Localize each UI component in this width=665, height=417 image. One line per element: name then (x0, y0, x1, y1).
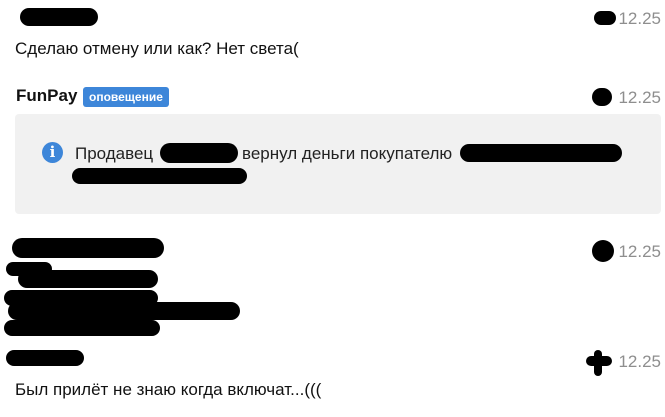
redacted-username (20, 8, 98, 26)
message-time: 12.25 (618, 88, 661, 107)
message-text: Сделаю отмену или как? Нет света( (15, 39, 299, 58)
notice-text-prefix: Продавец (75, 144, 154, 163)
notice-text-middle: вернул деньги покупателю (242, 144, 453, 163)
message-time: 12.25 (618, 242, 661, 261)
redacted-buyer-name-line2 (72, 168, 247, 184)
notification-box (15, 114, 661, 214)
redacted-block (18, 270, 158, 288)
redacted-avatar-mark (592, 240, 614, 262)
redacted-avatar-mark (594, 11, 616, 25)
message-text: Был прилёт не знаю когда включат...((( (15, 380, 322, 399)
redacted-username (6, 350, 84, 366)
redacted-block (8, 302, 240, 320)
notification-badge: оповещение (83, 87, 169, 107)
sender-name[interactable]: FunPay (16, 86, 77, 106)
info-icon: i (42, 142, 63, 163)
redacted-avatar-mark (592, 88, 612, 106)
message-time: 12.25 (618, 352, 661, 371)
redacted-avatar-mark (586, 356, 612, 366)
message-time: 12.25 (618, 9, 661, 28)
redacted-block (4, 320, 160, 336)
redacted-block (12, 238, 164, 258)
redacted-seller-name[interactable] (160, 143, 238, 163)
redacted-buyer-name[interactable] (460, 144, 622, 162)
